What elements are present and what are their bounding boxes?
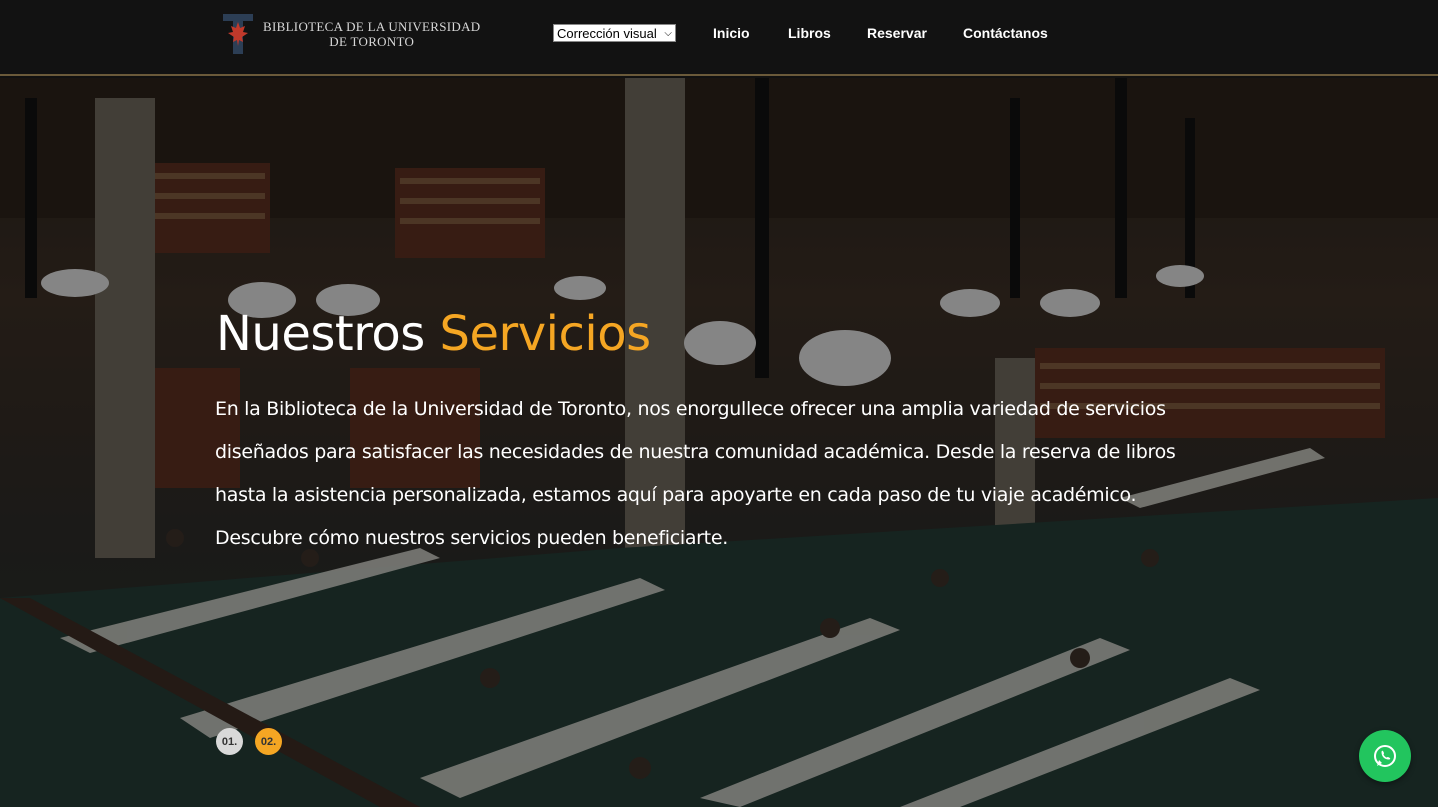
logo-text: BIBLIOTECA DE LA UNIVERSIDAD DE TORONTO [263, 19, 480, 49]
slider-dot-1[interactable]: 01. [216, 728, 243, 755]
visual-correction-select[interactable]: Corrección visual ⌵ [553, 24, 676, 42]
maple-leaf-t-icon [221, 12, 255, 56]
chevron-down-icon: ⌵ [664, 28, 672, 39]
hero-section: Nuestros Servicios En la Biblioteca de l… [0, 78, 1438, 807]
whatsapp-button[interactable] [1359, 730, 1411, 782]
site-logo[interactable]: BIBLIOTECA DE LA UNIVERSIDAD DE TORONTO [221, 12, 480, 56]
site-header: BIBLIOTECA DE LA UNIVERSIDAD DE TORONTO … [0, 0, 1438, 76]
logo-line-1: BIBLIOTECA DE LA UNIVERSIDAD [263, 19, 481, 34]
logo-line-2: DE TORONTO [329, 34, 415, 49]
hero-title-accent: Servicios [439, 306, 652, 362]
slider-dot-2-active[interactable]: 02. [255, 728, 282, 755]
nav-link-inicio[interactable]: Inicio [713, 25, 750, 41]
select-value: Corrección visual [557, 25, 657, 41]
nav-link-contactanos[interactable]: Contáctanos [963, 25, 1048, 41]
nav-link-libros[interactable]: Libros [788, 25, 831, 41]
whatsapp-icon [1374, 745, 1396, 767]
nav-link-reservar[interactable]: Reservar [867, 25, 927, 41]
hero-title: Nuestros Servicios [216, 306, 651, 362]
hero-paragraph: En la Biblioteca de la Universidad de To… [215, 398, 1176, 549]
hero-title-main: Nuestros [216, 306, 425, 362]
